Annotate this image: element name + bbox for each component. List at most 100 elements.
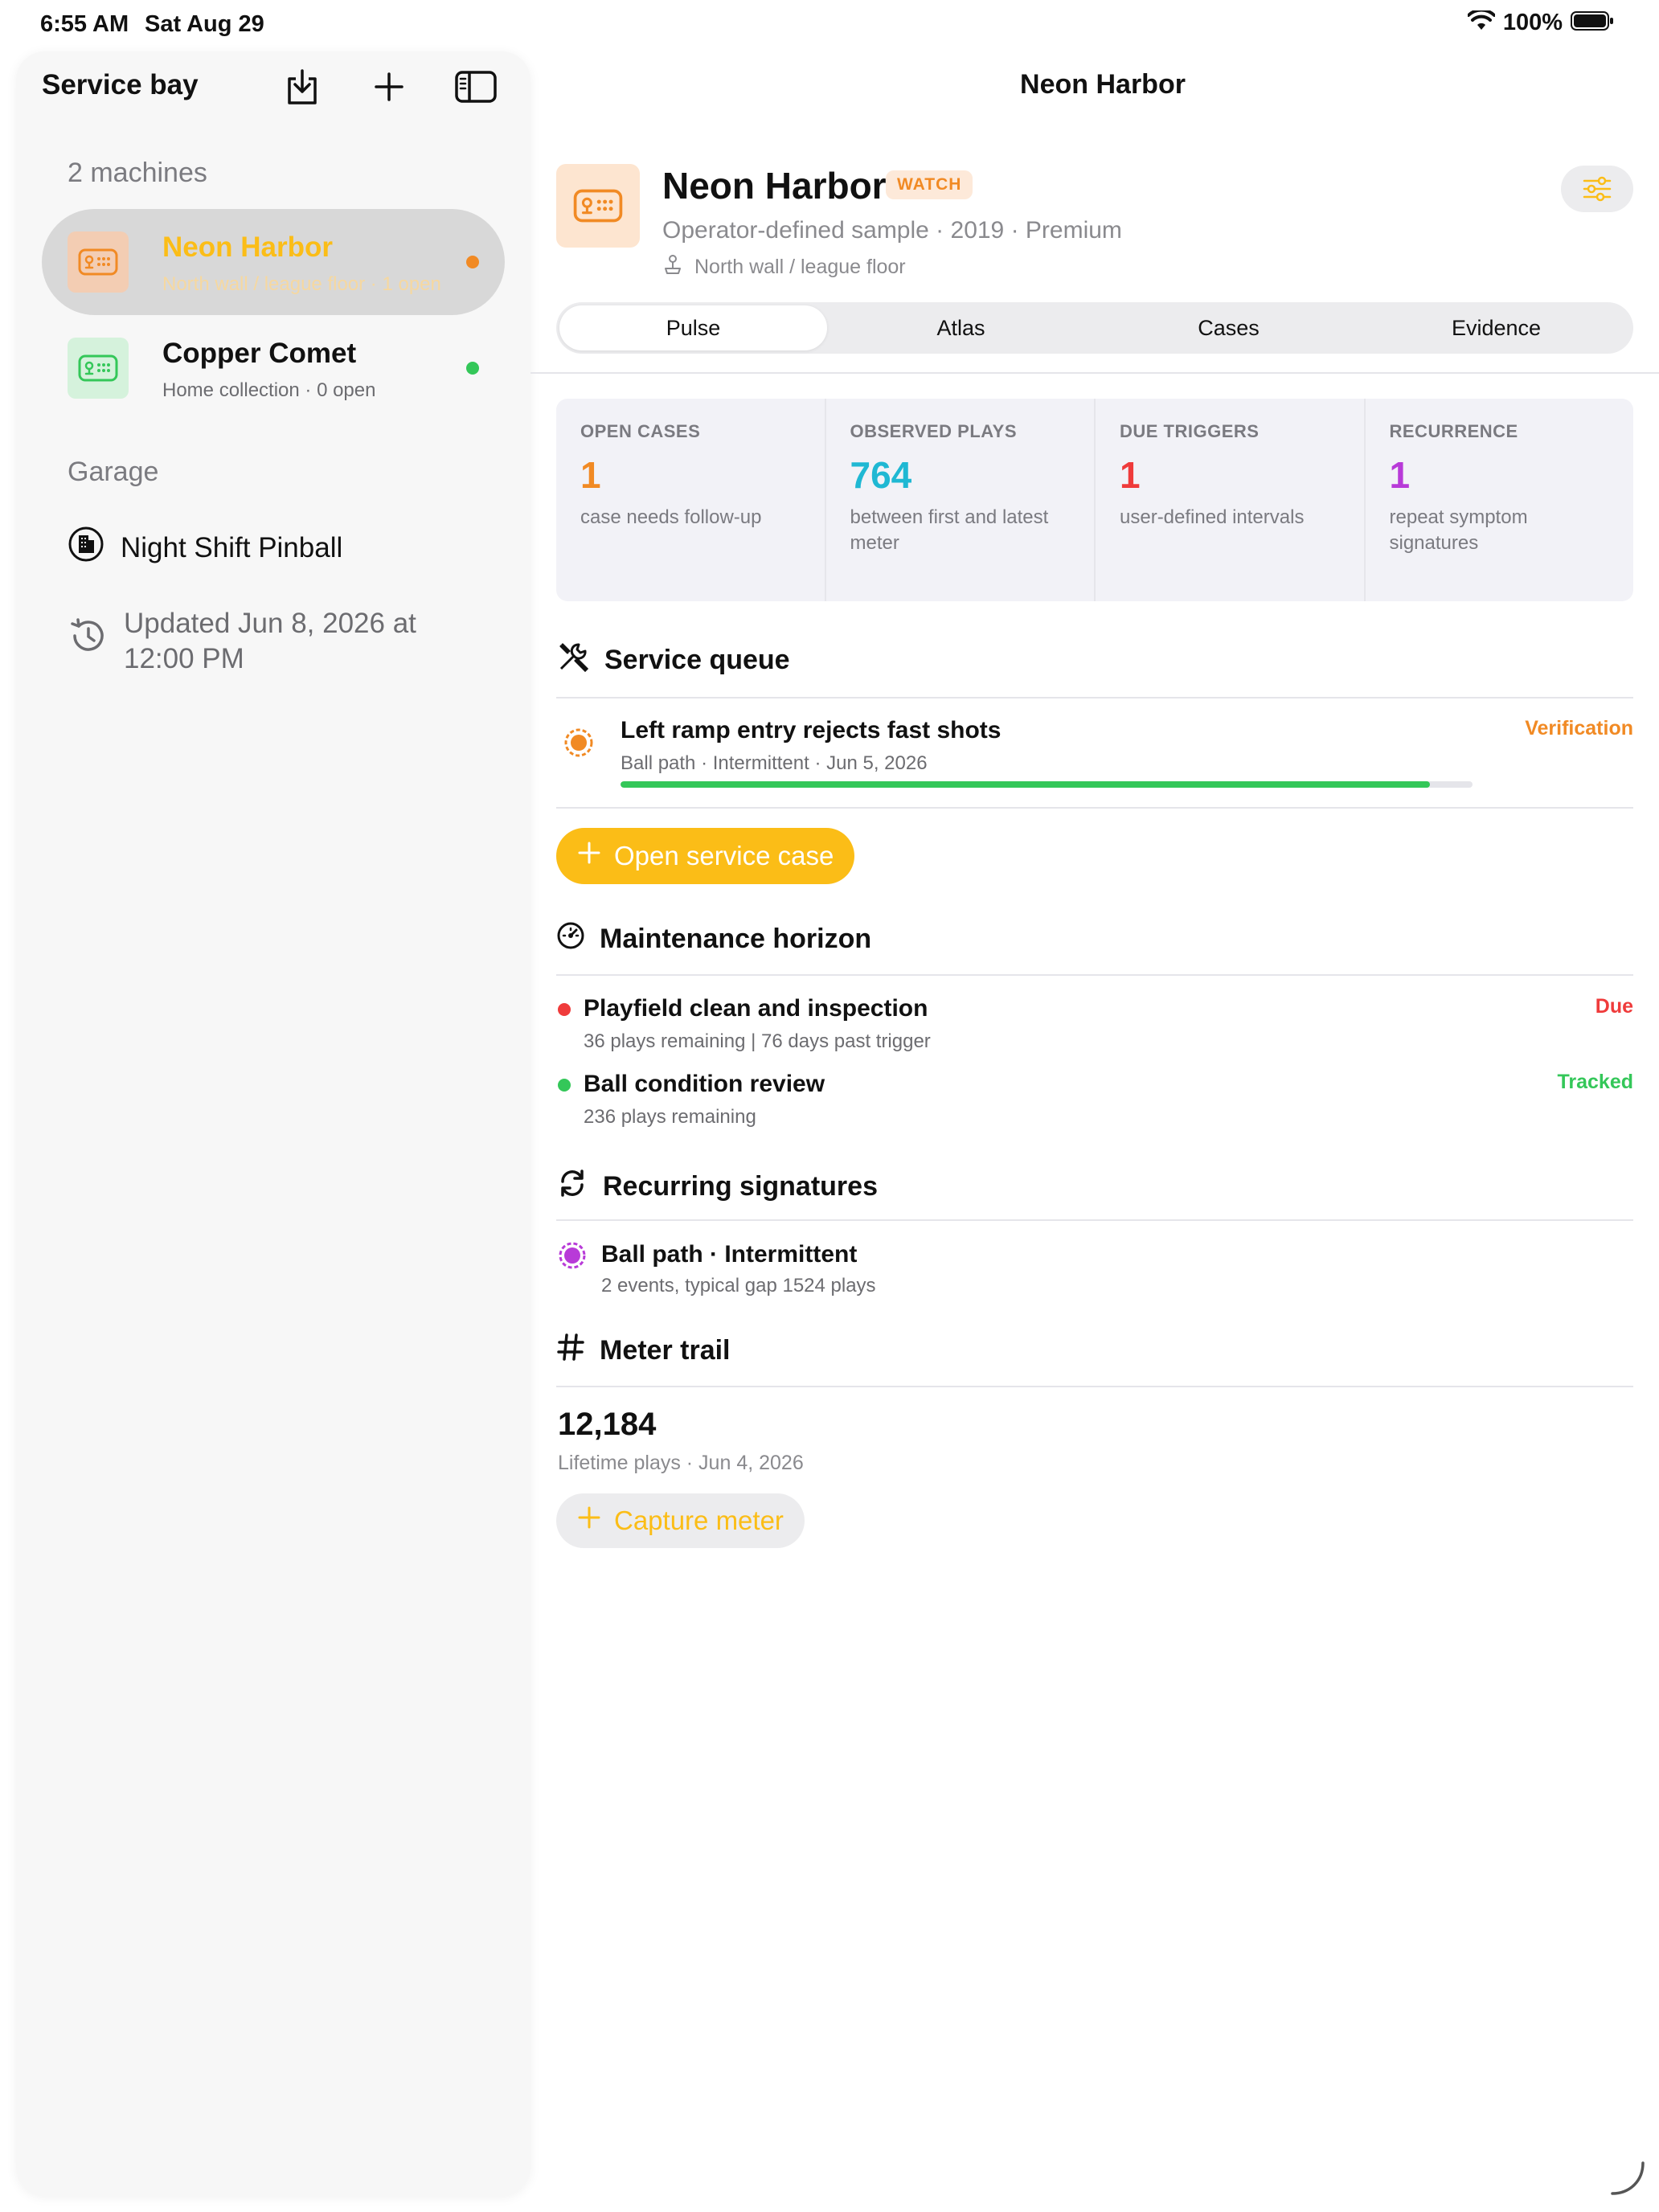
sidebar-title: Service bay [42,69,199,100]
filter-button[interactable] [1561,166,1633,212]
stat-description: user-defined intervals [1120,506,1305,528]
garage-label: Garage [68,457,159,487]
status-dot [558,1079,571,1092]
stat-description: between first and latest meter [850,506,1049,554]
case-subtitle: Ball path · Intermittent · Jun 5, 2026 [621,752,928,774]
sliders-icon [1583,176,1612,202]
machines-count-label: 2 machines [68,158,207,188]
arcade-icon [573,189,623,223]
resize-grabber-icon[interactable] [1608,2158,1648,2202]
tab-cases[interactable]: Cases [1095,305,1362,350]
hero-location: North wall / league floor [662,254,906,281]
stat-open-cases: OPEN CASES 1 case needs follow-up [556,399,826,601]
machine-subtitle: Home collection · 0 open [162,379,376,401]
stat-value: 1 [1389,454,1411,496]
section-title: Service queue [604,645,790,675]
hero-thumbnail [556,164,640,248]
case-status: Verification [1525,717,1633,739]
tab-bar: Pulse Atlas Cases Evidence [556,302,1633,354]
machine-subtitle: North wall / league floor · 1 open [162,273,441,295]
tools-icon [556,640,590,681]
status-time: 6:55 AM [40,11,129,37]
stat-description: case needs follow-up [580,506,762,528]
divider [556,974,1633,976]
service-queue-heading: Service queue [556,640,790,681]
machine-status-dot [466,256,479,268]
hero-subtitle: Operator-defined sample · 2019 · Premium [662,217,1122,244]
divider [556,1219,1633,1221]
maintenance-item-title[interactable]: Playfield clean and inspection [584,995,928,1022]
history-icon [68,616,108,677]
maintenance-item-status: Tracked [1557,1071,1633,1093]
arcade-icon [78,354,118,382]
divider [556,1386,1633,1387]
tab-evidence[interactable]: Evidence [1362,305,1630,350]
divider [556,807,1633,809]
building-icon [68,526,104,570]
machine-name: Neon Harbor [162,231,333,263]
open-service-case-label: Open service case [614,841,834,870]
stat-value: 1 [580,454,601,496]
section-title: Meter trail [600,1335,731,1366]
repeat-icon [556,1167,588,1206]
maintenance-heading: Maintenance horizon [556,921,871,957]
recurring-item[interactable] [558,1241,587,1274]
status-right: 100% [1466,8,1614,36]
maintenance-item-status: Due [1595,995,1633,1018]
machine-item-neon-harbor[interactable]: Neon Harbor North wall / league floor · … [42,209,505,315]
machine-thumbnail [68,231,129,293]
machine-thumbnail [68,338,129,399]
updated-row: Updated Jun 8, 2026 at 12:00 PM [68,606,445,677]
plus-icon [577,1505,601,1536]
meter-value: 12,184 [558,1407,657,1442]
recurring-item-title[interactable]: Ball path · Intermittent [601,1241,857,1268]
stats-panel: OPEN CASES 1 case needs follow-up OBSERV… [556,399,1633,601]
battery-percent: 100% [1502,10,1563,35]
meter-subtitle: Lifetime plays · Jun 4, 2026 [558,1452,804,1474]
stat-value: 1 [1120,454,1141,496]
maintenance-item-title[interactable]: Ball condition review [584,1071,825,1098]
stat-recurrence: RECURRENCE 1 repeat symptom signatures [1366,399,1634,601]
stat-value: 764 [850,454,912,496]
status-dot [558,1003,571,1016]
open-service-case-button[interactable]: Open service case [556,828,855,884]
stat-label: RECURRENCE [1389,421,1518,441]
tab-atlas[interactable]: Atlas [827,305,1095,350]
machine-item-copper-comet[interactable]: Copper Comet Home collection · 0 open [42,315,505,421]
status-bar: 6:55 AM Sat Aug 29 100% [0,0,1659,51]
section-title: Recurring signatures [603,1171,878,1202]
gauge-icon [556,921,585,957]
capture-meter-label: Capture meter [614,1505,784,1535]
add-icon[interactable] [367,64,412,109]
import-icon[interactable] [280,64,325,109]
updated-text: Updated Jun 8, 2026 at 12:00 PM [124,608,416,674]
hero-location-text: North wall / league floor [694,256,906,278]
case-row[interactable] [563,727,595,763]
garage-item[interactable]: Night Shift Pinball [68,526,342,570]
divider [530,372,1659,374]
machine-name: Copper Comet [162,338,357,369]
stat-observed-plays: OBSERVED PLAYS 764 between first and lat… [826,399,1096,601]
signature-icon [559,1242,586,1269]
sidebar-toggle-icon[interactable] [453,64,498,109]
tab-pulse[interactable]: Pulse [559,305,827,350]
stat-label: OPEN CASES [580,421,701,441]
battery-icon [1571,10,1614,35]
meter-heading: Meter trail [556,1333,731,1369]
recurring-item-subtitle: 2 events, typical gap 1524 plays [601,1275,876,1296]
machine-status-dot [466,362,479,375]
arcade-icon [78,248,118,276]
hero-title: Neon Harbor [662,165,887,207]
in-progress-icon [564,728,593,757]
sidebar: Service bay 2 machines Neon Harbor North… [16,51,530,2196]
nav-title: Neon Harbor [1020,69,1186,100]
capture-meter-button[interactable]: Capture meter [556,1493,805,1548]
maintenance-item-subtitle: 36 plays remaining | 76 days past trigge… [584,1030,931,1052]
stat-label: DUE TRIGGERS [1120,421,1260,441]
garage-item-label: Night Shift Pinball [121,531,343,563]
case-title[interactable]: Left ramp entry rejects fast shots [621,717,1001,744]
wifi-icon [1466,8,1496,35]
recurring-heading: Recurring signatures [556,1167,878,1206]
stat-description: repeat symptom signatures [1389,506,1528,554]
status-badge: WATCH [886,170,973,199]
